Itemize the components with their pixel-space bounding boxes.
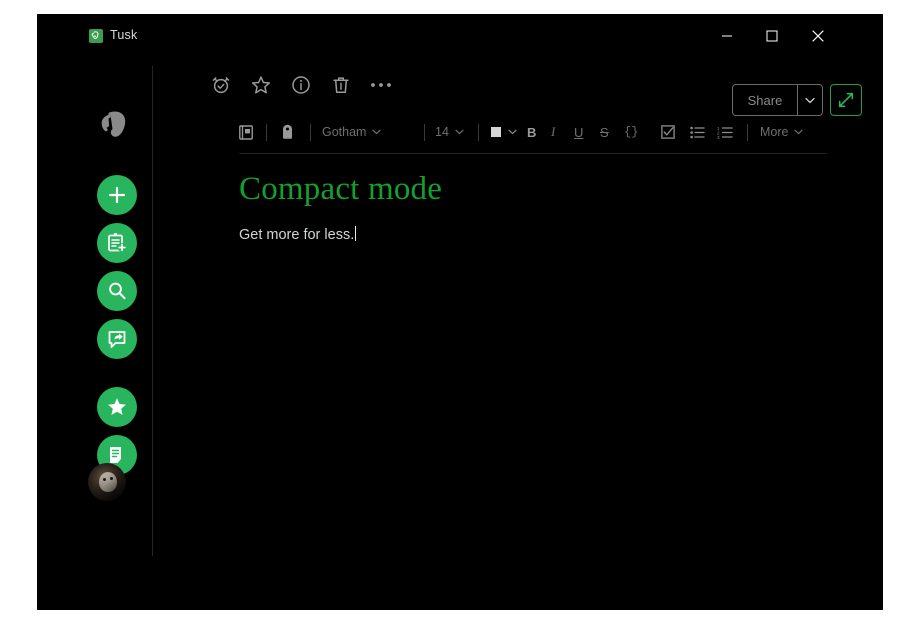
share-dropdown-chevron-down-icon[interactable] [797,85,822,115]
alarm-clock-icon[interactable] [207,71,235,99]
font-family-value: Gotham [322,125,367,139]
format-separator-1 [266,124,267,141]
note-toolbar: Share [153,57,883,116]
clip-share-icon [108,331,126,348]
sidebar-item-new-note[interactable] [97,175,137,215]
underline-label: U [574,124,584,140]
color-chevron-down-icon [508,129,517,135]
format-separator-5 [747,124,748,141]
evernote-elephant-icon [89,29,103,43]
notebook-icon[interactable] [239,115,253,149]
format-separator-4 [478,124,479,141]
sidebar-item-shortcuts[interactable] [97,387,137,427]
share-button[interactable]: Share [733,85,797,115]
sidebar-item-web-clipper[interactable] [97,319,137,359]
maximize-button[interactable] [749,14,794,57]
color-swatch-icon [491,127,501,137]
font-size-chevron-down-icon [455,129,464,135]
more-chevron-down-icon [794,129,804,135]
note-title[interactable]: Compact mode [239,171,442,208]
sidebar-item-new-task[interactable] [97,223,137,263]
italic-label: I [551,124,556,139]
font-family-selector[interactable]: Gotham [322,115,382,149]
strikethrough-label: S [600,124,609,140]
note-body-text: Get more for less. [239,227,355,243]
bulleted-list-icon[interactable] [690,115,705,149]
format-bar-divider [239,153,827,154]
elephant-logo [97,107,137,147]
underline-button[interactable]: U [574,115,583,149]
more-label: More [760,125,789,139]
trash-icon[interactable] [327,71,355,99]
numbered-list-icon[interactable]: 1 2 3 [717,115,733,149]
text-color-selector[interactable] [490,115,517,149]
bold-label: B [527,124,537,140]
italic-button[interactable]: I [551,115,555,149]
expand-arrows-icon[interactable] [830,84,862,116]
text-cursor [355,226,357,241]
code-button[interactable]: {} [624,115,638,149]
note-plus-icon [108,233,127,252]
svg-text:3: 3 [717,135,720,139]
format-separator-2 [310,124,311,141]
font-size-selector[interactable]: 14 [435,115,464,149]
magnifier-icon [109,282,126,300]
avatar-vignette [88,463,126,501]
application-window: Tusk Share Gotham 14 B I U S {} 1 2 3 Mo… [37,14,883,610]
more-formatting-button[interactable]: More [760,115,804,149]
note-body[interactable]: Get more for less. [239,226,357,243]
sidebar [82,57,152,610]
info-circle-icon[interactable] [287,71,315,99]
tag-icon[interactable] [281,115,294,149]
user-avatar[interactable] [88,463,126,501]
ellipsis-icon[interactable] [367,71,395,99]
app-title: Tusk [110,28,138,42]
minimize-button[interactable] [704,14,749,57]
checkbox-icon[interactable] [661,115,675,149]
title-bar: Tusk [37,14,883,57]
note-editor-pane: Share Gotham 14 B I U S {} 1 2 3 More Co… [153,57,883,610]
strikethrough-button[interactable]: S [600,115,609,149]
format-separator-3 [424,124,425,141]
bold-button[interactable]: B [527,115,536,149]
star-icon [108,398,126,415]
formatting-toolbar: Gotham 14 B I U S {} 1 2 3 More [153,115,853,149]
close-button[interactable] [795,14,840,57]
plus-icon [108,186,126,204]
font-family-chevron-down-icon [372,129,382,135]
sidebar-item-search[interactable] [97,271,137,311]
share-button-group[interactable]: Share [732,84,823,116]
font-size-value: 14 [435,125,449,139]
star-outline-icon[interactable] [247,71,275,99]
code-label: {} [624,125,639,139]
